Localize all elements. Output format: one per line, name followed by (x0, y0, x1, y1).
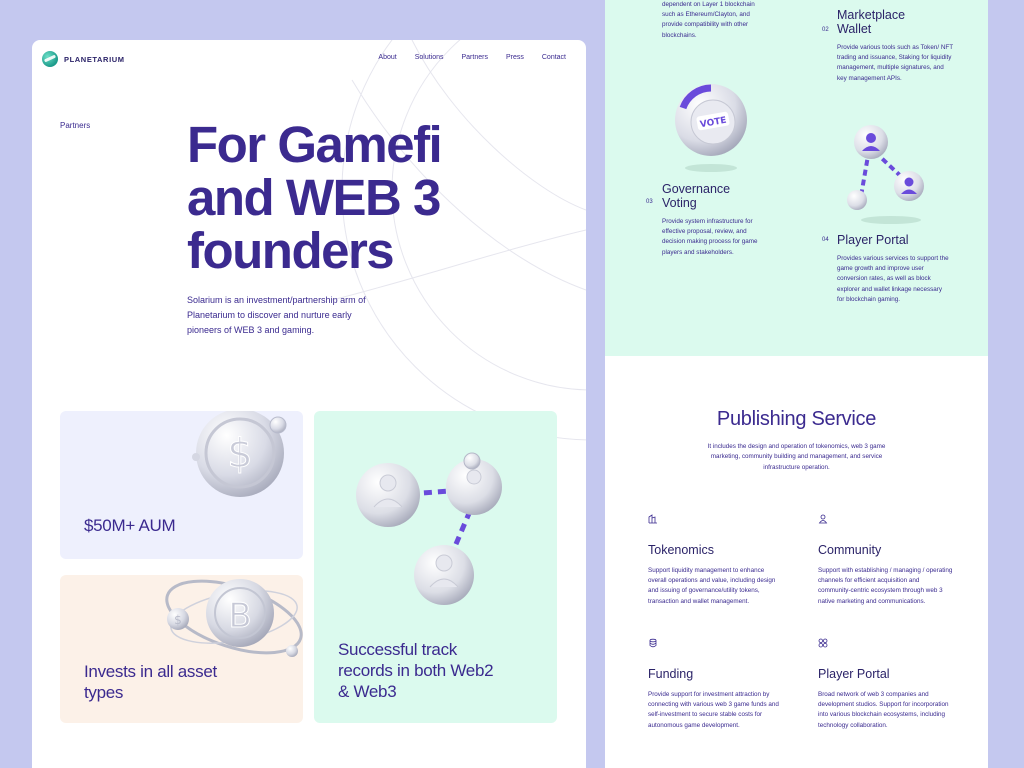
nav-link-press[interactable]: Press (506, 54, 524, 61)
publishing-title: Publishing Service (716, 408, 877, 430)
service-title: Tokenomics (648, 543, 714, 557)
hero-description: Solarium is an investment/partnership ar… (187, 295, 366, 335)
landing-card: PLANETARIUM About Solutions Partners Pre… (32, 40, 586, 768)
section-eyebrow: Partners (60, 121, 91, 130)
bitcoin-coin-icon: B $ (165, 579, 303, 657)
nav-link-partners[interactable]: Partners (462, 54, 488, 61)
svg-text:B: B (228, 596, 251, 636)
aum-label: $50M+ AUM (84, 516, 176, 535)
solutions-panel: dependent on Layer 1 blockchain such as … (605, 0, 988, 768)
feature-player-portal: 04 Player Portal Provides various servic… (822, 233, 949, 305)
user-icon (818, 514, 828, 524)
network-nodes-icon (356, 452, 502, 605)
svg-text:$: $ (174, 613, 182, 627)
brand-logo[interactable]: PLANETARIUM (42, 51, 125, 67)
feature-title: Governance Voting (662, 182, 731, 210)
feature-description: Provide system infrastructure for effect… (662, 218, 758, 256)
brand-name: PLANETARIUM (64, 54, 125, 64)
service-description: Support with establishing / managing / o… (818, 567, 953, 605)
service-description: Support liquidity management to enhance … (648, 567, 776, 605)
service-player-portal: Player Portal Broad network of web 3 com… (818, 638, 953, 731)
feature-governance-voting: 03 Governance Voting Provide system infr… (646, 182, 768, 258)
service-description: Broad network of web 3 companies and dev… (818, 691, 949, 729)
feature-description: Provides various services to support the… (837, 255, 949, 303)
feature-number: 04 (822, 237, 829, 243)
chart-icon (648, 514, 657, 524)
track-record-label: Successful track records in both Web2 & … (338, 640, 494, 701)
service-tokenomics: Tokenomics Support liquidity management … (648, 514, 783, 607)
dollar-coin-icon: $ (192, 411, 287, 497)
nav-link-contact[interactable]: Contact (542, 54, 566, 61)
feature-description: Provide various tools such as Token/ NFT… (837, 44, 953, 82)
nav-link-about[interactable]: About (378, 54, 396, 61)
planet-logo-icon (42, 51, 58, 67)
intro-feature-description: dependent on Layer 1 blockchain such as … (662, 1, 755, 39)
service-title: Community (818, 543, 882, 557)
feature-title: Marketplace Wallet (837, 8, 906, 36)
invest-tile: B $ Invests in all asset types (60, 575, 303, 723)
service-community: Community Support with establishing / ma… (818, 514, 953, 607)
feature-number: 03 (646, 199, 653, 205)
nav-link-solutions[interactable]: Solutions (415, 54, 444, 61)
nav-links: About Solutions Partners Press Contact (378, 54, 566, 61)
player-nodes-icon (847, 125, 924, 224)
track-record-tile: Successful track records in both Web2 & … (314, 411, 557, 723)
feature-number: 02 (822, 27, 829, 33)
service-funding: Funding Provide support for investment a… (648, 638, 783, 731)
svg-text:$: $ (227, 431, 252, 477)
service-title: Player Portal (818, 667, 890, 681)
feature-title: Player Portal (837, 233, 909, 247)
features-section: dependent on Layer 1 blockchain such as … (605, 0, 988, 356)
service-description: Provide support for investment attractio… (648, 691, 779, 729)
aum-tile: $ $50M+ AUM (60, 411, 303, 559)
invest-label: Invests in all asset types (84, 662, 217, 702)
feature-marketplace-wallet: 02 Marketplace Wallet Provide various to… (822, 8, 955, 84)
grid-icon (818, 638, 828, 648)
service-title: Funding (648, 667, 694, 681)
hero-title: For Gamefi and WEB 3 founders (187, 116, 443, 279)
top-navigation: PLANETARIUM About Solutions Partners Pre… (32, 40, 586, 80)
vote-badge-icon: VOTE (675, 84, 747, 172)
coins-icon (649, 638, 657, 648)
publishing-description: It includes the design and operation of … (707, 443, 886, 471)
